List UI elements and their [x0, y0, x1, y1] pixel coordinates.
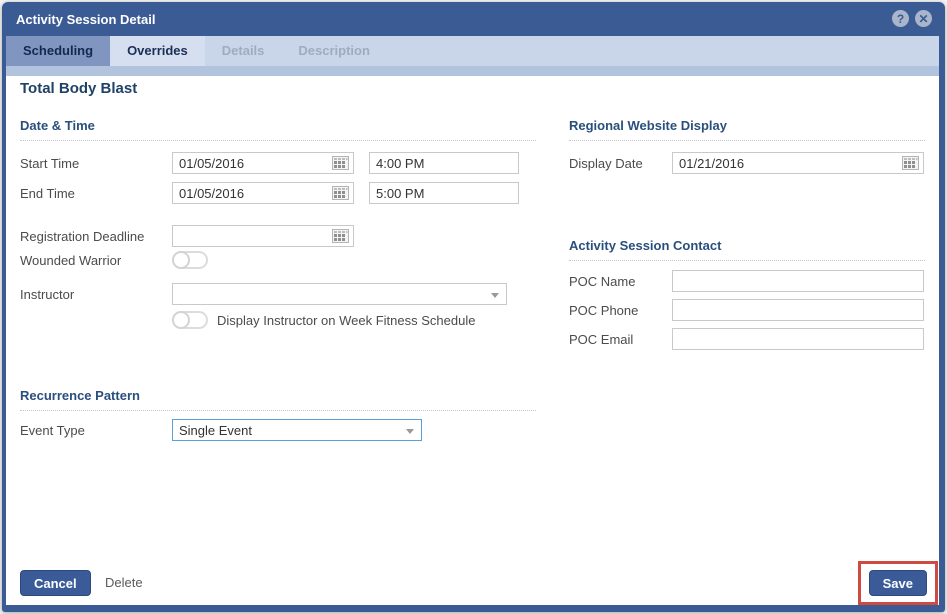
dialog-title: Activity Session Detail [16, 11, 156, 27]
left-column: Date & Time Start Time End Time [20, 118, 536, 588]
event-type-select-value: Single Event [179, 422, 252, 438]
registration-deadline-input[interactable] [172, 225, 354, 247]
instructor-row: Instructor [20, 283, 507, 305]
poc-email-row: POC Email [569, 328, 924, 350]
section-header-regional: Regional Website Display [569, 118, 925, 141]
display-instructor-toggle[interactable] [172, 311, 208, 329]
start-date-input[interactable] [172, 152, 354, 174]
titlebar-icons: ? ✕ [892, 10, 932, 27]
chevron-down-icon [491, 293, 499, 298]
display-instructor-row: Display Instructor on Week Fitness Sched… [172, 311, 475, 329]
help-icon[interactable]: ? [892, 10, 909, 27]
tab-description: Description [298, 43, 370, 58]
dialog-titlebar: Activity Session Detail ? ✕ [6, 2, 939, 36]
tab-bar-strip [6, 66, 939, 76]
registration-deadline-label: Registration Deadline [20, 228, 145, 244]
end-time-label: End Time [20, 185, 75, 201]
page-title: Total Body Blast [20, 80, 138, 97]
registration-deadline-row: Registration Deadline [20, 225, 354, 247]
event-type-row: Event Type Single Event [20, 419, 422, 441]
activity-session-detail-dialog: Activity Session Detail ? ✕ Scheduling O… [2, 2, 945, 612]
tab-bar: Scheduling Overrides Details Description [6, 36, 939, 66]
calendar-icon[interactable] [332, 186, 349, 200]
poc-phone-input[interactable] [672, 299, 924, 321]
end-time-row: End Time [20, 182, 519, 204]
instructor-select[interactable] [172, 283, 507, 305]
save-button[interactable]: Save [868, 570, 927, 596]
calendar-icon[interactable] [902, 156, 919, 170]
chevron-down-icon [406, 429, 414, 434]
save-highlight-box: Save [857, 561, 938, 605]
poc-phone-label: POC Phone [569, 302, 639, 318]
wounded-warrior-toggle[interactable] [172, 251, 208, 269]
end-date-input[interactable] [172, 182, 354, 204]
poc-email-label: POC Email [569, 331, 634, 347]
display-date-row: Display Date [569, 152, 924, 174]
start-time-input[interactable] [369, 152, 519, 174]
close-icon[interactable]: ✕ [915, 10, 932, 27]
display-date-input[interactable] [672, 152, 924, 174]
display-date-wrap [672, 152, 924, 174]
poc-name-label: POC Name [569, 273, 636, 289]
poc-email-input[interactable] [672, 328, 924, 350]
start-date-wrap [172, 152, 354, 174]
instructor-label: Instructor [20, 286, 75, 302]
event-type-label: Event Type [20, 422, 85, 438]
calendar-icon[interactable] [332, 229, 349, 243]
poc-name-input[interactable] [672, 270, 924, 292]
section-header-contact: Activity Session Contact [569, 238, 925, 261]
display-date-label: Display Date [569, 155, 643, 171]
wounded-warrior-row: Wounded Warrior [20, 251, 208, 269]
tab-scheduling[interactable]: Scheduling [6, 36, 111, 66]
tab-overrides[interactable]: Overrides [110, 36, 205, 66]
start-time-label: Start Time [20, 155, 80, 171]
delete-link[interactable]: Delete [105, 570, 143, 596]
poc-name-row: POC Name [569, 270, 924, 292]
right-column: Regional Website Display Display Date Ac… [569, 118, 925, 438]
poc-phone-row: POC Phone [569, 299, 924, 321]
tab-details: Details [221, 43, 265, 58]
section-header-date-time: Date & Time [20, 118, 536, 141]
dialog-content: Total Body Blast Date & Time Start Time … [6, 76, 939, 605]
calendar-icon[interactable] [332, 156, 349, 170]
display-instructor-label: Display Instructor on Week Fitness Sched… [217, 312, 476, 328]
section-header-recurrence: Recurrence Pattern [20, 388, 536, 411]
event-type-select[interactable]: Single Event [172, 419, 422, 441]
registration-date-wrap [172, 225, 354, 247]
end-date-wrap [172, 182, 354, 204]
end-time-input[interactable] [369, 182, 519, 204]
wounded-warrior-label: Wounded Warrior [20, 252, 122, 268]
cancel-button[interactable]: Cancel [20, 570, 91, 596]
start-time-row: Start Time [20, 152, 519, 174]
